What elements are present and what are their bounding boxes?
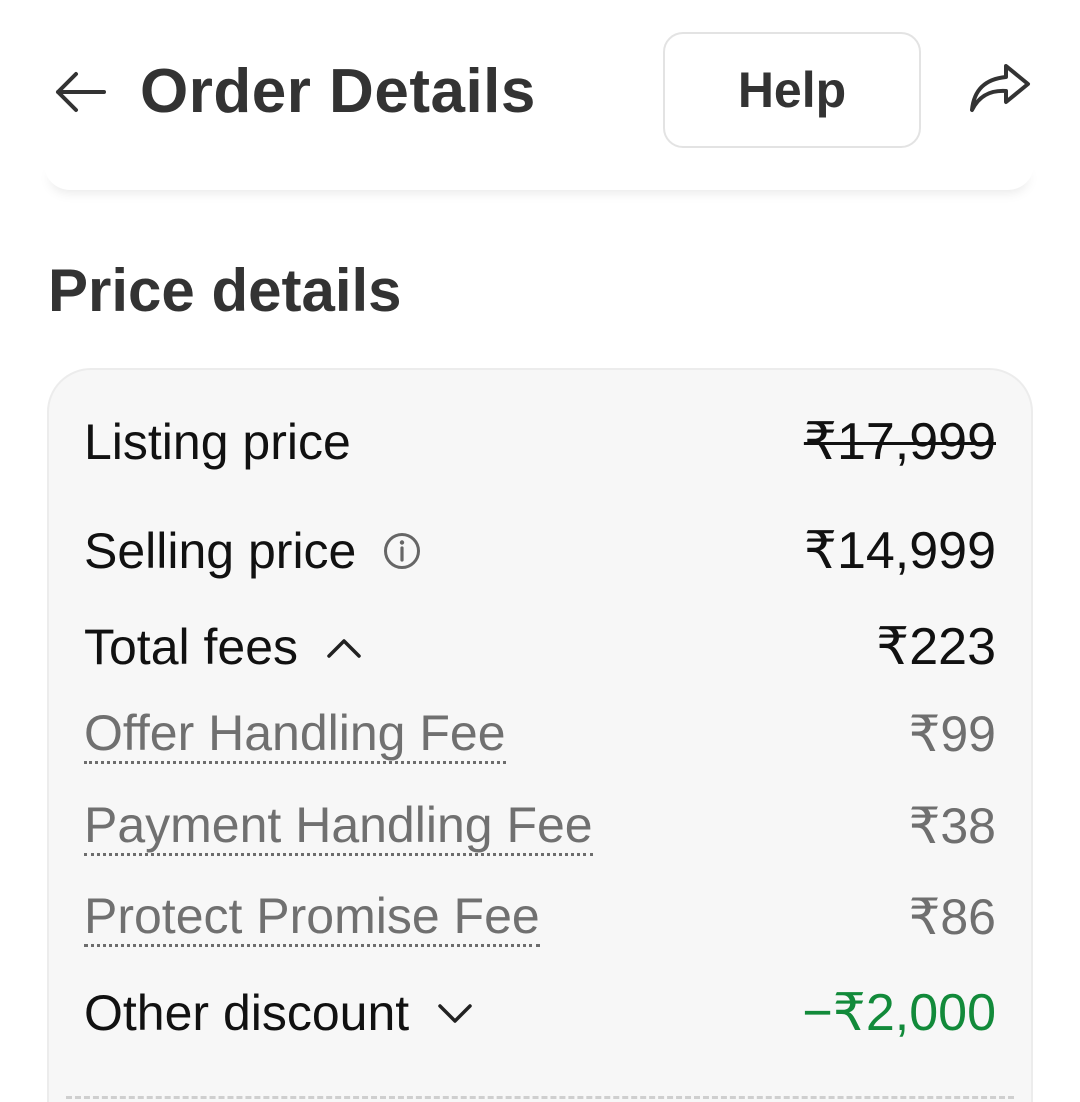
price-details-title: Price details — [48, 257, 402, 324]
total-fees-label: Total fees — [84, 619, 299, 675]
arrow-left-icon — [52, 70, 108, 119]
payment-handling-fee-label[interactable]: Payment Handling Fee — [84, 797, 593, 856]
chevron-down-icon[interactable] — [435, 998, 475, 1028]
chevron-up-icon[interactable] — [324, 632, 364, 662]
offer-handling-fee-label[interactable]: Offer Handling Fee — [84, 705, 506, 764]
other-discount-label-group: Other discount — [84, 984, 475, 1042]
previous-card-edge — [44, 160, 1034, 190]
payment-handling-fee-value: ₹38 — [908, 798, 996, 854]
other-discount-value: −₹2,000 — [802, 984, 996, 1042]
total-fees-value: ₹223 — [876, 618, 996, 676]
dashed-divider — [66, 1096, 1014, 1099]
order-details-page: Order Details Help Price details Listing… — [0, 0, 1080, 1102]
fee-item-row: Payment Handling Fee ₹38 — [84, 792, 996, 860]
protect-promise-fee-value: ₹86 — [908, 889, 996, 945]
other-discount-label: Other discount — [84, 985, 410, 1041]
selling-price-value: ₹14,999 — [803, 522, 996, 580]
share-button[interactable] — [962, 58, 1038, 122]
listing-price-label: Listing price — [84, 414, 351, 470]
total-fees-row[interactable]: Total fees ₹223 — [84, 614, 996, 680]
protect-promise-fee-label[interactable]: Protect Promise Fee — [84, 888, 540, 947]
page-title: Order Details — [140, 57, 536, 126]
info-icon[interactable] — [382, 531, 422, 571]
total-fees-label-group: Total fees — [84, 618, 364, 676]
other-discount-row[interactable]: Other discount −₹2,000 — [84, 980, 996, 1046]
selling-price-label-group: Selling price — [84, 522, 422, 580]
fee-item-row: Offer Handling Fee ₹99 — [84, 700, 996, 768]
offer-handling-fee-value: ₹99 — [908, 706, 996, 762]
selling-price-row: Selling price ₹14,999 — [84, 518, 996, 584]
listing-price-value: ₹17,999 — [803, 413, 996, 471]
back-button[interactable] — [50, 66, 110, 122]
share-arrow-icon — [968, 60, 1032, 121]
help-button[interactable]: Help — [663, 32, 921, 148]
fee-item-row: Protect Promise Fee ₹86 — [84, 883, 996, 951]
listing-price-row: Listing price ₹17,999 — [84, 410, 996, 474]
selling-price-label: Selling price — [84, 523, 357, 579]
